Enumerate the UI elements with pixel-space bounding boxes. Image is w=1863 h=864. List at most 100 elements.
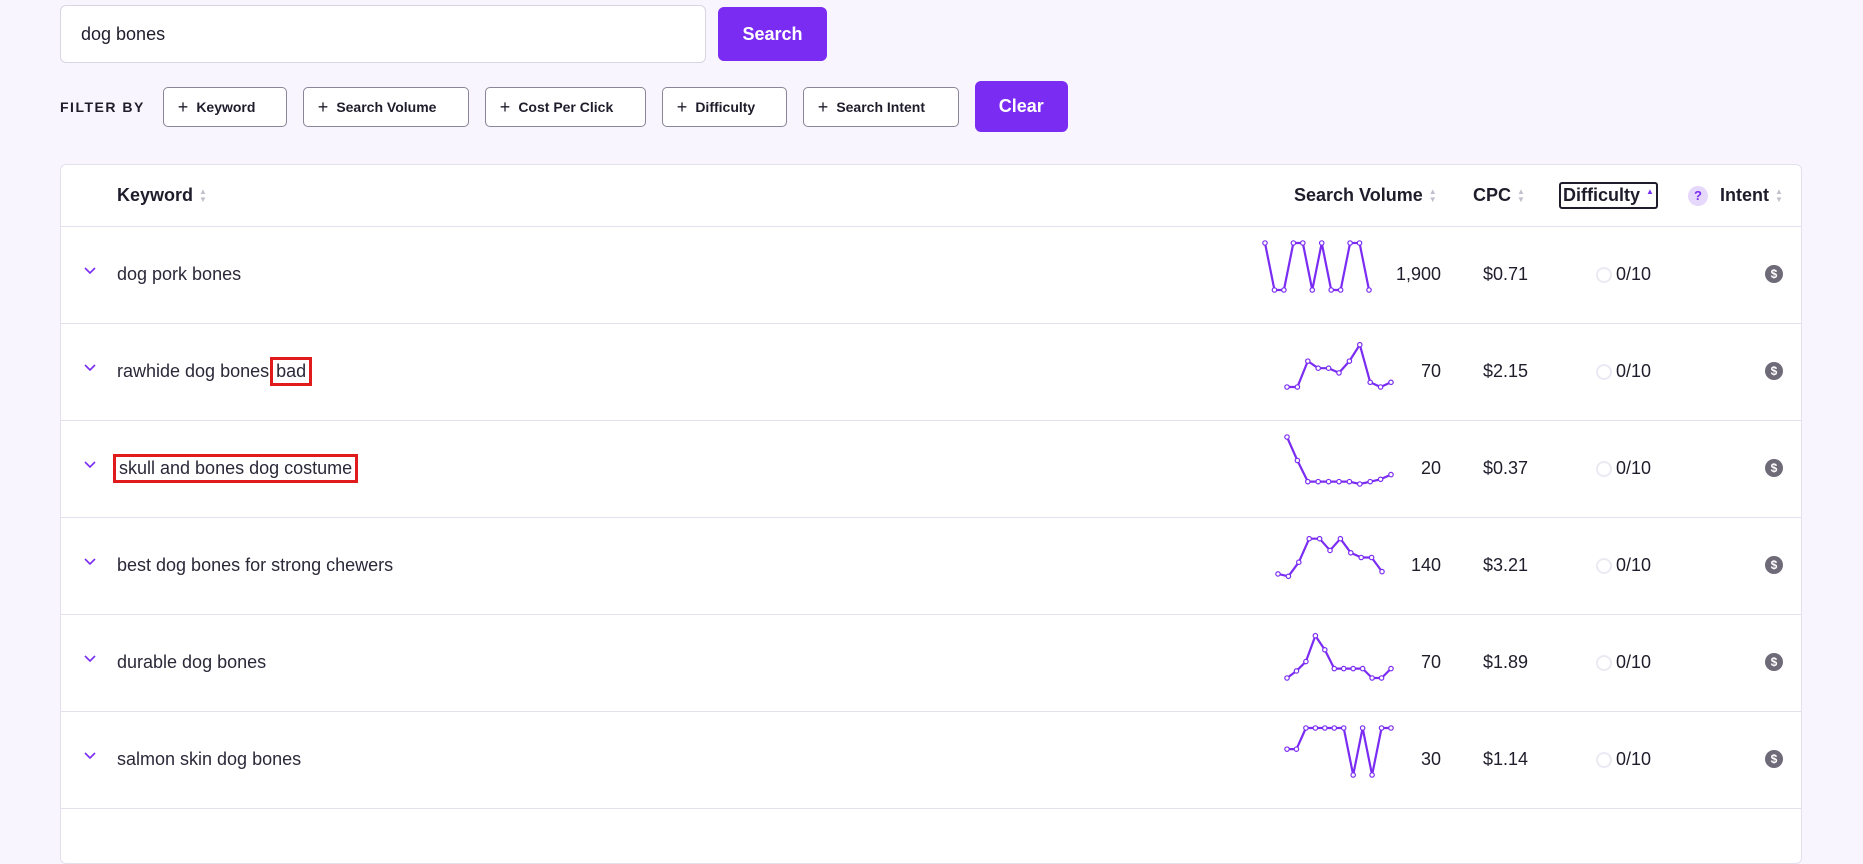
trend-point [1366, 287, 1372, 293]
chevron-down-icon[interactable] [84, 652, 96, 664]
keyword-text: skull and bones dog costume [112, 454, 359, 483]
trend-point [1388, 379, 1394, 386]
search-bar: Search [60, 5, 827, 63]
table-row[interactable]: skull and bones dog costume 20 $0.37 0/1… [61, 420, 1801, 518]
table-row[interactable]: rawhide dog bones bad 70 $2.15 0/10 $ [61, 323, 1801, 421]
chevron-down-icon[interactable] [84, 264, 96, 276]
column-label: Search Volume [1294, 185, 1423, 205]
trend-line [1277, 537, 1383, 578]
trend-line [1286, 634, 1392, 680]
chevron-down-icon[interactable] [84, 555, 96, 567]
search-button[interactable]: Search [718, 7, 827, 61]
commercial-intent-icon: $ [1765, 653, 1783, 671]
trend-point [1306, 535, 1313, 542]
search-input[interactable] [60, 5, 706, 63]
difficulty-value: 0/10 [1616, 555, 1652, 575]
commercial-intent-icon: $ [1765, 556, 1783, 574]
table-row[interactable]: dog pork bones 1,900 $0.71 0/10 $ [61, 226, 1801, 324]
trend-point [1388, 471, 1394, 478]
trend-point [1318, 240, 1325, 246]
column-header-cpc[interactable]: CPC ▲ ▼ [1473, 185, 1525, 206]
difficulty-value: 0/10 [1616, 458, 1652, 478]
trend-point [1350, 772, 1356, 778]
highlighted-term: bad [270, 357, 313, 386]
trend-point [1328, 287, 1334, 293]
trend-line [1285, 436, 1392, 486]
keyword-cell: skull and bones dog costume [112, 420, 359, 517]
keyword-text: best dog bones for strong chewers [117, 555, 394, 575]
filter-chip-label: Difficulty [695, 98, 756, 115]
table-row[interactable]: best dog bones for strong chewers 140 $3… [61, 517, 1801, 615]
trend-point [1312, 632, 1319, 639]
help-icon[interactable]: ? [1688, 185, 1708, 206]
difficulty-ring-icon [1596, 751, 1612, 768]
search-volume-cell: 1,900 [1395, 264, 1441, 284]
sort-icon: ▲ ▼ [1428, 186, 1437, 204]
trend-point [1336, 370, 1342, 376]
trend-point [1271, 287, 1278, 293]
trend-sparkline [1284, 632, 1394, 681]
trend-point [1378, 675, 1385, 681]
trend-point [1346, 358, 1353, 364]
chevron-down-icon[interactable] [84, 749, 96, 761]
search-volume-cell: 30 [1420, 749, 1441, 769]
column-header-search-volume[interactable]: Search Volume ▲ ▼ [1294, 185, 1437, 206]
table-row[interactable]: salmon skin dog bones 30 $1.14 0/10 $ [61, 711, 1801, 809]
commercial-intent-icon: $ [1765, 265, 1783, 283]
trend-line [1263, 241, 1371, 292]
difficulty-ring-icon [1596, 363, 1612, 380]
difficulty-value: 0/10 [1616, 361, 1652, 381]
difficulty-ring-icon [1596, 460, 1612, 477]
trend-point [1378, 725, 1385, 731]
keyword-cell: durable dog bones [117, 614, 266, 711]
sort-icon: ▲ ▼ [1775, 186, 1783, 204]
filter-cost-per-click-button[interactable]: + Cost Per Click [484, 86, 646, 127]
trend-point [1346, 478, 1353, 485]
filter-search-intent-button[interactable]: + Search Intent [802, 86, 959, 127]
search-volume-cell: 140 [1410, 555, 1441, 575]
difficulty-value: 0/10 [1616, 749, 1652, 769]
filter-difficulty-button[interactable]: + Difficulty [661, 86, 787, 127]
column-label: Keyword [117, 185, 194, 205]
trend-point [1293, 746, 1300, 752]
trend-sparkline [1284, 434, 1394, 487]
keyword-text: dog pork bones [117, 264, 242, 284]
trend-point [1367, 478, 1374, 485]
trend-line [1287, 726, 1391, 777]
trend-sparkline [1284, 341, 1394, 390]
trend-point [1295, 559, 1302, 566]
trend-point [1331, 665, 1338, 672]
column-header-intent[interactable]: ? Intent ▲ ▼ [1688, 185, 1783, 206]
chevron-down-icon[interactable] [84, 361, 96, 373]
filter-label: FILTER BY [60, 98, 145, 115]
plus-icon: + [676, 96, 688, 117]
trend-point [1315, 365, 1322, 372]
cpc-cell: $0.71 [1482, 264, 1528, 284]
difficulty-value: 0/10 [1616, 652, 1652, 672]
column-header-keyword[interactable]: Keyword ▲ ▼ [117, 185, 207, 206]
trend-point [1369, 675, 1375, 681]
trend-point [1340, 665, 1347, 672]
plus-icon: + [177, 96, 189, 117]
trend-point [1367, 379, 1374, 386]
chevron-down-icon[interactable] [84, 458, 96, 470]
trend-point [1336, 478, 1342, 485]
trend-point [1309, 287, 1316, 293]
difficulty-cell: 0/10 [1596, 711, 1651, 808]
trend-point [1357, 341, 1363, 348]
column-header-difficulty[interactable]: Difficulty ▲▼ [1559, 182, 1658, 209]
trend-point [1348, 549, 1354, 556]
filter-chip-label: Search Volume [336, 98, 437, 115]
table-row[interactable]: durable dog bones 70 $1.89 0/10 $ [61, 614, 1801, 712]
trend-point [1325, 478, 1332, 485]
trend-point [1331, 725, 1338, 731]
commercial-intent-icon: $ [1765, 750, 1783, 768]
trend-point [1284, 434, 1290, 440]
column-label: Difficulty [1563, 185, 1641, 205]
filter-search-volume-button[interactable]: + Search Volume [302, 86, 469, 127]
plus-icon: + [499, 96, 511, 117]
filter-keyword-button[interactable]: + Keyword [162, 86, 287, 127]
trend-point [1294, 384, 1301, 390]
trend-point [1358, 554, 1365, 561]
clear-button[interactable]: Clear [974, 81, 1068, 132]
